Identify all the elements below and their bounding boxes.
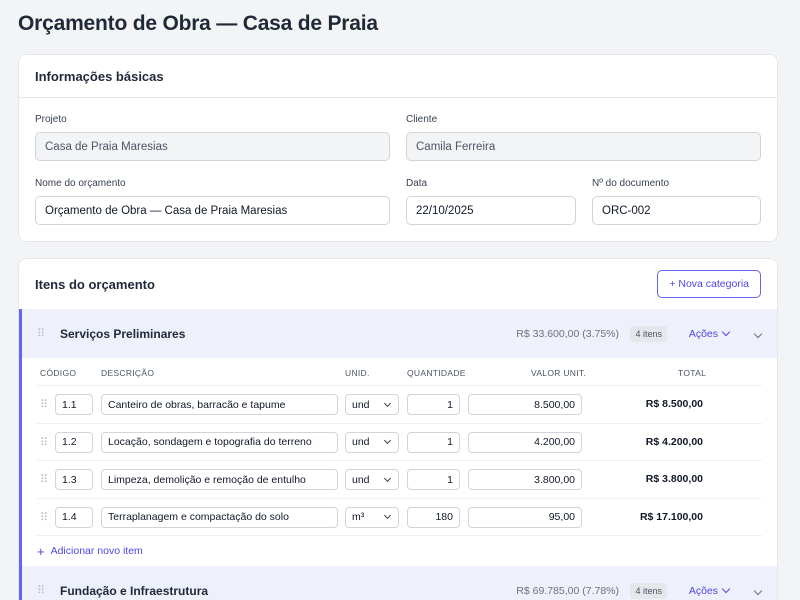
- item-unit-value: und: [352, 473, 370, 486]
- doc-number-label: Nº do documento: [592, 178, 670, 189]
- category-actions-button[interactable]: Ações: [688, 584, 731, 597]
- budget-name-input[interactable]: Orçamento de Obra — Casa de Praia Maresi…: [35, 196, 390, 225]
- column-header-description: DESCRIÇÃO: [101, 368, 155, 378]
- table-row: ⠿ 1.2 Locação, sondagem e topografia do …: [37, 424, 762, 461]
- budget-items-card: Itens do orçamento + Nova categoria ⠿ Se…: [18, 258, 778, 600]
- basic-info-header: Informações básicas: [19, 55, 777, 98]
- category-total: R$ 33.600,00 (3.75%): [516, 327, 619, 340]
- client-field[interactable]: Camila Ferreira: [406, 132, 761, 161]
- item-unit-value-input[interactable]: 8.500,00: [468, 394, 582, 415]
- table-header-row: CÓDIGO DESCRIÇÃO UNID. QUANTIDADE VALOR …: [37, 358, 762, 386]
- item-code-input[interactable]: 1.1: [55, 394, 93, 415]
- category-item-count-badge: 4 itens: [630, 325, 667, 342]
- category-actions-label: Ações: [688, 584, 718, 597]
- items-header: Itens do orçamento + Nova categoria: [19, 259, 777, 309]
- chevron-down-icon: [383, 511, 392, 520]
- item-description-input[interactable]: Canteiro de obras, barracão e tapume: [101, 394, 338, 415]
- collapse-toggle[interactable]: [753, 585, 763, 597]
- item-total: R$ 17.100,00: [639, 510, 703, 523]
- drag-handle-icon[interactable]: ⠿: [37, 584, 45, 597]
- item-quantity-input[interactable]: 1: [407, 394, 460, 415]
- category-items-table: CÓDIGO DESCRIÇÃO UNID. QUANTIDADE VALOR …: [19, 358, 777, 566]
- item-unit-value-input[interactable]: 3.800,00: [468, 469, 582, 490]
- new-category-button[interactable]: + Nova categoria: [657, 270, 761, 298]
- drag-handle-icon[interactable]: ⠿: [40, 473, 48, 486]
- basic-info-title: Informações básicas: [35, 68, 164, 84]
- item-unit-value-input[interactable]: 4.200,00: [468, 431, 582, 453]
- collapse-toggle[interactable]: [753, 328, 763, 340]
- item-code-input[interactable]: 1.4: [55, 506, 93, 528]
- item-unit-select[interactable]: und: [345, 431, 399, 453]
- doc-number-input[interactable]: ORC-002: [592, 196, 761, 225]
- item-code-input[interactable]: 1.2: [55, 431, 93, 453]
- chevron-down-icon: [383, 474, 392, 482]
- chevron-down-icon: [753, 329, 763, 338]
- add-item-button[interactable]: + Adicionar novo item: [22, 536, 777, 566]
- item-unit-value: und: [352, 398, 370, 411]
- drag-handle-icon[interactable]: ⠿: [40, 511, 48, 524]
- table-row: ⠿ 1.4 Terraplanagem e compactação do sol…: [37, 499, 762, 536]
- category-total: R$ 69.785,00 (7.78%): [516, 584, 619, 597]
- item-description-input[interactable]: Limpeza, demolição e remoção de entulho: [101, 469, 338, 490]
- chevron-down-icon: [721, 584, 731, 594]
- category-item-count-badge: 4 itens: [630, 582, 667, 599]
- item-unit-value-input[interactable]: 95,00: [468, 506, 582, 528]
- item-code-input[interactable]: 1.3: [55, 469, 93, 490]
- page-title: Orçamento de Obra — Casa de Praia: [18, 12, 378, 35]
- drag-handle-icon[interactable]: ⠿: [37, 327, 45, 340]
- category-name: Serviços Preliminares: [60, 326, 186, 341]
- items-title: Itens do orçamento: [35, 276, 155, 292]
- category-header[interactable]: ⠿ Fundação e Infraestrutura R$ 69.785,00…: [19, 566, 777, 600]
- item-unit-select[interactable]: und: [345, 469, 399, 490]
- chevron-down-icon: [721, 327, 731, 337]
- item-unit-value: m³: [352, 511, 365, 523]
- column-header-quantity: QUANTIDADE: [407, 368, 466, 378]
- item-description-input[interactable]: Terraplanagem e compactação do solo: [101, 506, 338, 528]
- column-header-total: TOTAL: [678, 368, 707, 378]
- client-label: Cliente: [406, 114, 438, 125]
- item-quantity-input[interactable]: 1: [407, 469, 460, 490]
- item-unit-select[interactable]: m³: [345, 506, 399, 528]
- date-input[interactable]: 22/10/2025: [406, 196, 576, 225]
- project-label: Projeto: [35, 114, 67, 125]
- item-quantity-input[interactable]: 1: [407, 431, 460, 453]
- column-header-code: CÓDIGO: [40, 368, 77, 378]
- item-unit-value: und: [352, 436, 370, 448]
- drag-handle-icon[interactable]: ⠿: [40, 436, 48, 449]
- table-row: ⠿ 1.3 Limpeza, demolição e remoção de en…: [37, 461, 762, 499]
- add-item-label: Adicionar novo item: [50, 545, 143, 557]
- chevron-down-icon: [753, 586, 763, 595]
- item-description-input[interactable]: Locação, sondagem e topografia do terren…: [101, 431, 338, 453]
- category-actions-label: Ações: [688, 327, 718, 340]
- item-total: R$ 4.200,00: [645, 435, 703, 448]
- category-header[interactable]: ⠿ Serviços Preliminares R$ 33.600,00 (3.…: [19, 309, 777, 358]
- drag-handle-icon[interactable]: ⠿: [40, 398, 48, 411]
- table-row: ⠿ 1.1 Canteiro de obras, barracão e tapu…: [37, 386, 762, 424]
- column-header-unit: UNID.: [345, 368, 370, 378]
- column-header-unit-value: VALOR UNIT.: [531, 368, 587, 378]
- category-actions-button[interactable]: Ações: [688, 327, 731, 340]
- budget-name-label: Nome do orçamento: [35, 178, 126, 189]
- item-quantity-input[interactable]: 180: [407, 506, 460, 528]
- item-unit-select[interactable]: und: [345, 394, 399, 415]
- item-total: R$ 3.800,00: [645, 473, 703, 485]
- chevron-down-icon: [383, 436, 392, 445]
- date-label: Data: [406, 178, 428, 189]
- project-field[interactable]: Casa de Praia Maresias: [35, 132, 390, 161]
- plus-icon: +: [37, 543, 45, 559]
- chevron-down-icon: [383, 399, 392, 407]
- category-name: Fundação e Infraestrutura: [60, 583, 209, 598]
- item-total: R$ 8.500,00: [645, 398, 703, 410]
- basic-info-card: Informações básicas Projeto Casa de Prai…: [18, 54, 778, 242]
